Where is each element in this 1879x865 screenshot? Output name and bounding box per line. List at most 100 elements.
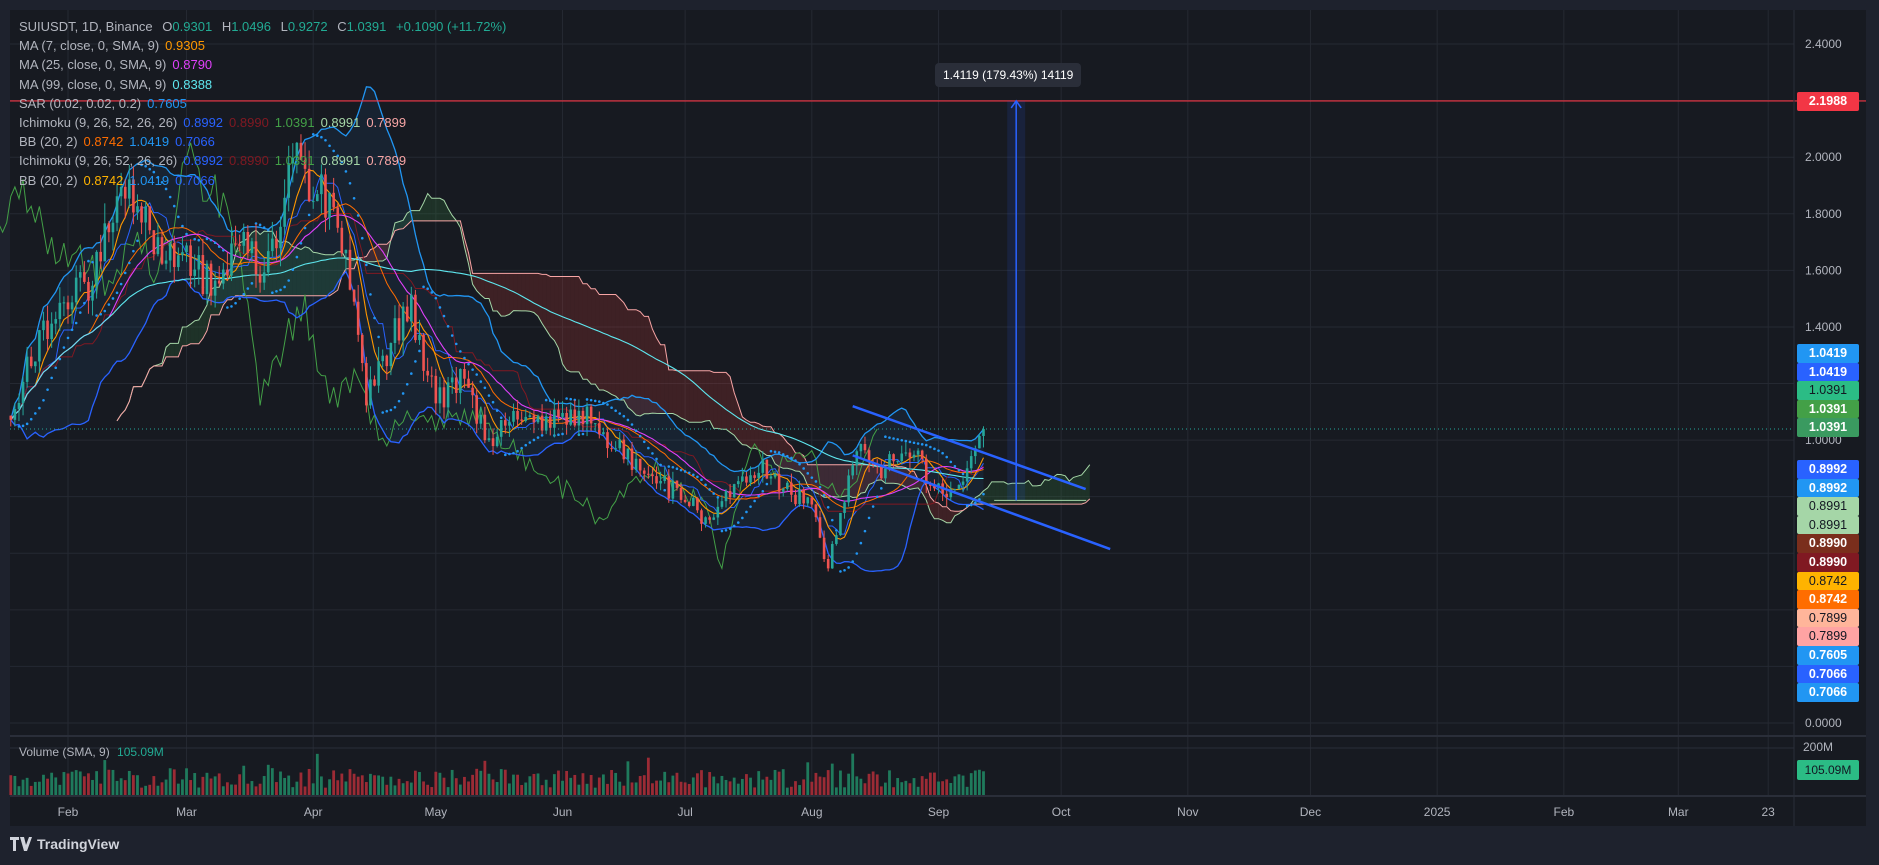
sar-dot: [614, 409, 617, 413]
candle-body: [671, 480, 675, 499]
ichimoku-cloud-segment: [505, 273, 510, 316]
ichimoku-cloud-segment: [726, 372, 731, 433]
price-badge: 0.7066: [1797, 664, 1859, 684]
sar-dot: [405, 383, 409, 386]
candle-body: [540, 415, 544, 431]
candle-body: [884, 468, 887, 479]
indicator-name: BB (20, 2): [19, 172, 78, 188]
sar-dot: [177, 215, 180, 219]
volume-bar: [442, 777, 446, 795]
candle-body: [250, 241, 254, 254]
candle-body: [95, 251, 98, 286]
volume-bar: [50, 772, 54, 795]
volume-bar: [352, 773, 356, 795]
symbol-row[interactable]: SUIUSDT, 1D, Binance O0.9301 H1.0496 L0.…: [19, 17, 512, 36]
candle-body: [13, 409, 17, 420]
volume-bar: [597, 777, 601, 795]
volume-bar: [884, 782, 887, 795]
indicator-value: 0.8991: [320, 115, 361, 131]
volume-bar: [548, 787, 552, 795]
candle-body: [442, 387, 446, 408]
candle-body: [581, 410, 585, 425]
volume-bar: [495, 782, 499, 795]
volume-bar: [528, 776, 532, 795]
indicator-legend-row[interactable]: Ichimoku (9, 26, 52, 26, 26) 0.8992 0.8990…: [19, 151, 512, 170]
ichimoku-cloud-segment: [509, 273, 514, 315]
symbol-name[interactable]: SUIUSDT, 1D, Binance: [19, 19, 153, 34]
volume-bar: [193, 773, 197, 795]
sar-dot: [585, 398, 589, 401]
indicator-legend-row[interactable]: BB (20, 2) 0.8742 1.0419 0.7066: [19, 132, 512, 151]
volume-bar: [78, 771, 82, 795]
candle-body: [577, 410, 581, 426]
candle-body: [720, 501, 724, 507]
ichimoku-cloud-segment: [174, 343, 179, 357]
indicator-legend-row[interactable]: SAR (0.02, 0.02, 0.2) 0.7605: [19, 94, 512, 113]
volume-bar: [107, 769, 111, 795]
sar-dot: [360, 236, 364, 240]
sar-dot: [941, 451, 944, 455]
volume-bar: [381, 776, 385, 795]
candle-body: [957, 484, 961, 490]
volume-bar: [176, 783, 180, 795]
volume-bar: [119, 778, 123, 795]
ichimoku-cloud-segment: [554, 276, 559, 348]
volume-bar: [810, 781, 814, 795]
candle-body: [438, 387, 442, 404]
volume-bar: [839, 770, 842, 795]
volume-bar: [900, 782, 904, 795]
candle-body: [508, 421, 511, 426]
candle-body: [405, 306, 409, 322]
volume-bar: [806, 762, 810, 795]
volume-legend[interactable]: Volume (SMA, 9) 105.09M: [19, 745, 164, 759]
candle-body: [536, 415, 540, 423]
volume-bar: [418, 772, 421, 795]
volume-bar: [618, 781, 622, 795]
time-axis-tick: Feb: [58, 805, 79, 819]
indicator-legend-row[interactable]: MA (25, close, 0, SMA, 9) 0.8790: [19, 55, 512, 74]
sar-dot: [418, 349, 421, 353]
candle-body: [475, 395, 478, 424]
candle-body: [266, 251, 270, 273]
volume-bar: [324, 787, 327, 795]
volume-bar: [736, 783, 740, 795]
candle-body: [230, 243, 233, 276]
sar-dot: [287, 279, 290, 282]
volume-bar: [283, 777, 287, 795]
sar-dot: [606, 403, 609, 406]
sar-dot: [193, 237, 196, 241]
candle-body: [189, 245, 192, 276]
sar-dot: [647, 446, 650, 450]
volume-bar: [565, 770, 569, 795]
indicator-value: 0.8790: [172, 57, 213, 73]
volume-bar: [234, 784, 237, 795]
volume-bar: [262, 776, 266, 795]
volume-bar: [745, 774, 748, 795]
candle-body: [42, 320, 45, 331]
volume-bar: [561, 780, 564, 795]
volume-bar: [140, 787, 143, 795]
time-axis-tick: Apr: [304, 805, 323, 819]
sar-dot: [495, 409, 499, 412]
volume-bar: [765, 776, 769, 795]
indicator-legend-row[interactable]: BB (20, 2) 0.8742 1.0419 0.7066: [19, 171, 512, 190]
sar-dot: [692, 473, 695, 477]
sar-dot: [385, 409, 389, 413]
indicator-legend-row[interactable]: MA (7, close, 0, SMA, 9) 0.9305: [19, 36, 512, 55]
indicator-legend-row[interactable]: Ichimoku (9, 26, 52, 26, 26) 0.8992 0.8990…: [19, 113, 512, 132]
candle-body: [826, 558, 830, 569]
tradingview-logo[interactable]: TradingView: [10, 836, 119, 852]
open-value: 0.9301: [172, 19, 213, 34]
sar-dot: [835, 529, 838, 532]
indicator-legend-row[interactable]: MA (99, close, 0, SMA, 9) 0.8388: [19, 75, 512, 94]
candle-body: [234, 243, 237, 245]
candle-body: [908, 452, 912, 458]
candle-body: [945, 493, 949, 498]
indicator-value: 0.7066: [175, 134, 215, 150]
indicator-value: 0.8742: [83, 134, 124, 150]
ichimoku-cloud-segment: [693, 370, 698, 423]
sar-dot: [794, 459, 797, 462]
sar-dot: [769, 449, 773, 453]
ichimoku-cloud-segment: [607, 294, 612, 395]
volume-bar: [589, 775, 593, 795]
